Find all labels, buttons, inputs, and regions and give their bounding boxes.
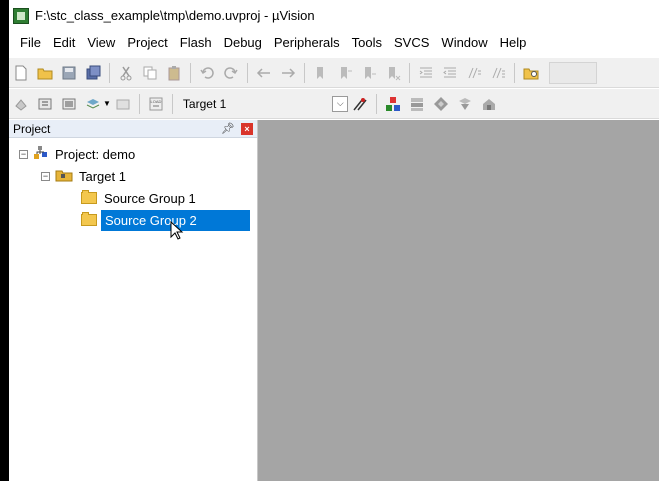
pack-installer-icon[interactable] bbox=[454, 93, 476, 115]
tree-group-node-selected[interactable]: Source Group 2 bbox=[81, 209, 250, 231]
toolbar-separator bbox=[190, 62, 191, 83]
toolbar-separator bbox=[138, 93, 140, 114]
pack-components-icon[interactable] bbox=[478, 93, 500, 115]
menu-debug[interactable]: Debug bbox=[218, 31, 268, 55]
navigate-forward-icon[interactable] bbox=[277, 62, 299, 84]
menu-bar: File Edit View Project Flash Debug Perip… bbox=[9, 31, 659, 55]
indent-icon[interactable] bbox=[415, 62, 437, 84]
target-icon bbox=[55, 168, 73, 185]
toolbar-separator bbox=[247, 62, 248, 83]
collapse-icon[interactable]: − bbox=[19, 149, 28, 159]
bookmark-toggle-icon[interactable] bbox=[310, 62, 332, 84]
collapse-icon[interactable]: − bbox=[41, 171, 50, 181]
download-load-icon[interactable]: LOAD bbox=[145, 93, 167, 115]
bookmark-prev-icon[interactable] bbox=[334, 62, 356, 84]
open-file-icon[interactable] bbox=[34, 62, 56, 84]
toolbar-separator bbox=[376, 93, 378, 114]
toolbar-separator bbox=[514, 62, 515, 83]
translate-icon[interactable] bbox=[10, 93, 32, 115]
undo-icon[interactable] bbox=[196, 62, 218, 84]
pin-icon[interactable]: 📌︎ bbox=[221, 122, 235, 135]
tree-group-node[interactable]: Source Group 1 bbox=[81, 187, 202, 209]
save-icon[interactable] bbox=[58, 62, 80, 84]
new-file-icon[interactable] bbox=[10, 62, 32, 84]
bookmark-next-icon[interactable] bbox=[358, 62, 380, 84]
paste-icon[interactable] bbox=[163, 62, 185, 84]
manage-project-items-icon[interactable] bbox=[382, 93, 404, 115]
menu-edit[interactable]: Edit bbox=[47, 31, 81, 55]
stop-build-icon[interactable] bbox=[112, 93, 134, 115]
bookmark-clear-icon[interactable] bbox=[382, 62, 404, 84]
menu-svcs[interactable]: SVCS bbox=[388, 31, 435, 55]
menu-window[interactable]: Window bbox=[435, 31, 493, 55]
navigate-back-icon[interactable] bbox=[253, 62, 275, 84]
file-toolbar bbox=[9, 58, 659, 88]
unindent-icon[interactable] bbox=[439, 62, 461, 84]
target-node-label: Target 1 bbox=[79, 168, 126, 184]
left-black-edge bbox=[0, 0, 9, 481]
tree-target-node[interactable]: − Target 1 bbox=[41, 165, 126, 187]
cut-icon[interactable] bbox=[115, 62, 137, 84]
rebuild-icon[interactable] bbox=[58, 93, 80, 115]
toolbar-separator bbox=[109, 62, 110, 83]
menu-peripherals[interactable]: Peripherals bbox=[268, 31, 346, 55]
menu-view[interactable]: View bbox=[81, 31, 121, 55]
build-toolbar: ▼ LOAD Target 1 ⌵ bbox=[9, 89, 659, 119]
folder-icon bbox=[81, 190, 97, 204]
find-combo[interactable] bbox=[549, 61, 597, 84]
chevron-down-icon[interactable]: ▼ bbox=[103, 99, 111, 108]
chevron-down-icon[interactable]: ⌵ bbox=[332, 95, 349, 112]
menu-project[interactable]: Project bbox=[121, 31, 173, 55]
mouse-cursor-icon bbox=[170, 221, 184, 240]
panel-controls: 📌︎ × bbox=[221, 122, 253, 135]
copy-icon[interactable] bbox=[139, 62, 161, 84]
project-panel-title: Project bbox=[13, 121, 51, 136]
close-icon[interactable]: × bbox=[241, 122, 253, 135]
group-node-label: Source Group 1 bbox=[104, 190, 196, 206]
menu-file[interactable]: File bbox=[9, 31, 47, 55]
svg-text:LOAD: LOAD bbox=[150, 99, 161, 104]
editor-area[interactable] bbox=[258, 120, 659, 481]
redo-icon[interactable] bbox=[220, 62, 242, 84]
project-panel-header: Project 📌︎ × bbox=[9, 120, 257, 138]
options-for-target-icon[interactable] bbox=[349, 93, 371, 115]
select-packs-icon[interactable] bbox=[406, 93, 428, 115]
menu-flash[interactable]: Flash bbox=[174, 31, 218, 55]
menu-tools[interactable]: Tools bbox=[346, 31, 388, 55]
project-icon bbox=[33, 145, 49, 164]
build-icon[interactable] bbox=[34, 93, 56, 115]
toolbar-separator bbox=[171, 93, 173, 114]
save-all-icon[interactable] bbox=[82, 62, 104, 84]
project-panel: Project 📌︎ × − Project: demo − Target 1 … bbox=[9, 120, 258, 481]
target-select[interactable]: Target 1 bbox=[177, 93, 232, 115]
tree-project-node[interactable]: − Project: demo bbox=[19, 143, 135, 165]
comment-icon[interactable] bbox=[463, 62, 485, 84]
batch-build-icon[interactable] bbox=[82, 93, 104, 115]
window-title: F:\stc_class_example\tmp\demo.uvproj - µ… bbox=[35, 8, 315, 23]
toolbar-separator bbox=[409, 62, 410, 83]
find-in-files-icon[interactable] bbox=[520, 62, 542, 84]
title-bar: F:\stc_class_example\tmp\demo.uvproj - µ… bbox=[9, 0, 659, 31]
uncomment-icon[interactable] bbox=[487, 62, 509, 84]
toolbar-separator bbox=[304, 62, 305, 83]
project-node-label: Project: demo bbox=[55, 146, 136, 162]
folder-icon bbox=[81, 212, 97, 226]
manage-rte-icon[interactable] bbox=[430, 93, 452, 115]
uvision-app-icon bbox=[13, 7, 29, 24]
menu-help[interactable]: Help bbox=[494, 31, 533, 55]
